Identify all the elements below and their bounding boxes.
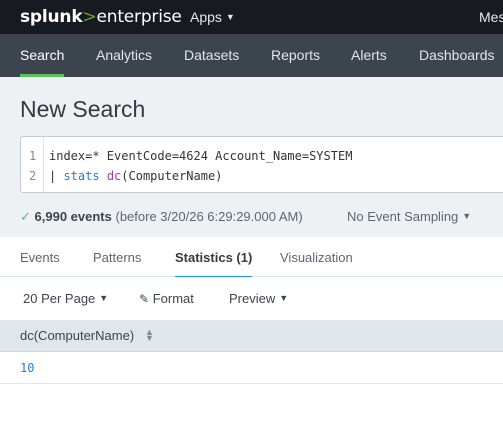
column-header-dc-computername[interactable]: dc(ComputerName) [20,328,134,343]
function-name: dc [106,169,122,183]
function-args: (ComputerName) [121,169,223,183]
logo-prefix: splunk [20,7,83,27]
format-label: Format [152,291,194,306]
nav-reports[interactable]: Reports [271,34,320,77]
per-page-label: 20 Per Page [23,291,96,306]
sampling-label: No Event Sampling [347,209,459,224]
search-query-editor[interactable]: 1 2 index=* EventCode=4624 Account_Name=… [20,136,503,193]
format-button[interactable]: ✎ Format [139,291,194,306]
search-panel: New Search 1 2 index=* EventCode=4624 Ac… [0,77,503,237]
apps-label: Apps [190,9,222,25]
line-number: 2 [29,169,37,183]
sort-icon[interactable]: ▲ ▼ [145,328,154,343]
tab-visualization[interactable]: Visualization [280,250,353,265]
apps-menu[interactable]: Apps ▼ [190,9,235,25]
nav-dashboards[interactable]: Dashboards [419,34,495,77]
query-line-1: index=* EventCode=4624 Account_Name=SYST… [49,149,353,163]
top-bar: splunk>enterprise Apps ▼ Mes [0,0,503,34]
table-header: dc(ComputerName) ▲ ▼ [0,320,503,352]
nav-datasets[interactable]: Datasets [184,34,239,77]
preview-label: Preview [229,291,276,306]
command-keyword: stats [63,169,100,183]
tab-events[interactable]: Events [20,250,60,265]
results-summary: ✓ 6,990 events (before 3/20/26 6:29:29.0… [20,209,303,225]
nav-search[interactable]: Search [20,34,65,77]
line-gutter: 1 2 [21,137,44,192]
preview-dropdown[interactable]: Preview ▼ [229,291,288,306]
per-page-dropdown[interactable]: 20 Per Page ▼ [23,291,108,306]
tab-patterns[interactable]: Patterns [93,250,141,265]
line-number: 1 [29,149,37,163]
nav-analytics[interactable]: Analytics [96,34,152,77]
logo-suffix: enterprise [96,7,182,27]
event-time-detail: (before 3/20/26 6:29:29.000 AM) [115,209,303,224]
page-title: New Search [20,96,146,122]
pipe-symbol: | [49,169,64,183]
caret-down-icon: ▼ [225,12,235,22]
check-icon: ✓ [20,209,31,224]
query-line-2: | stats dc(ComputerName) [49,169,222,183]
event-count[interactable]: 6,990 events [35,209,112,224]
table-row: 10 [0,352,503,384]
app-nav-bar: Search Analytics Datasets Reports Alerts… [0,34,503,77]
nav-alerts[interactable]: Alerts [351,34,387,77]
pencil-icon: ✎ [139,292,150,306]
table-cell[interactable]: 10 [20,361,34,375]
results-tabs: Events Patterns Statistics (1) Visualiza… [0,237,503,279]
user-menu[interactable]: Mes [479,9,503,25]
logo-arrow: > [82,7,97,27]
splunk-logo[interactable]: splunk>enterprise [20,7,182,27]
caret-down-icon: ▼ [99,293,109,303]
event-sampling-dropdown[interactable]: No Event Sampling ▼ [347,209,471,224]
caret-down-icon: ▼ [279,293,289,303]
results-toolbar: 20 Per Page ▼ ✎ Format Preview ▼ [0,277,503,320]
caret-down-icon: ▼ [462,211,472,221]
tab-statistics[interactable]: Statistics (1) [175,250,253,279]
